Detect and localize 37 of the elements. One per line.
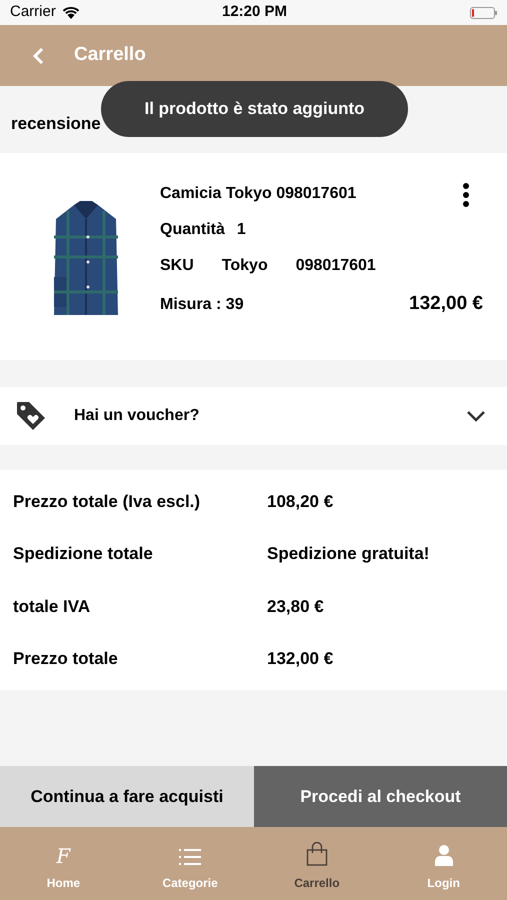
total-value: 132,00 €: [267, 648, 334, 670]
item-price: 132,00 €: [409, 292, 483, 316]
tab-bar-item[interactable]: Login: [380, 827, 507, 900]
sku-label: SKU: [160, 256, 194, 276]
total-label: Prezzo totale (Iva escl.): [13, 490, 202, 512]
section-title: recensione: [11, 112, 101, 135]
quantity-value: 1: [236, 220, 246, 240]
wifi-icon: [62, 6, 80, 19]
page-title: Carrello: [74, 43, 146, 68]
sku-value: 098017601: [296, 256, 376, 276]
continue-shopping-button[interactable]: Continua a fare acquisti: [0, 766, 254, 827]
total-value: 23,80 €: [267, 596, 324, 618]
tab-bar-item[interactable]: Carrello: [254, 827, 380, 900]
tab-bar-item[interactable]: F Home: [0, 827, 127, 900]
back-icon: [32, 46, 44, 64]
tab-bar-item[interactable]: Categorie: [126, 827, 254, 900]
bag-icon: [306, 842, 328, 866]
battery-icon: [470, 6, 497, 18]
total-value: Spedizione gratuita!: [267, 543, 430, 565]
quantity-label: Quantità: [160, 220, 225, 240]
sku-value: Tokyo: [222, 256, 268, 276]
product-name: Camicia Tokyo 098017601: [160, 184, 356, 204]
voucher-row[interactable]: Hai un voucher?: [0, 387, 507, 445]
more-options-button[interactable]: [461, 181, 471, 209]
tag-icon: [15, 400, 47, 432]
clock: 12:20 PM: [222, 2, 288, 22]
total-label: Spedizione totale: [13, 543, 154, 565]
user-icon: [434, 844, 453, 866]
total-value: 108,20 €: [267, 490, 334, 512]
total-label: totale IVA: [13, 596, 92, 618]
logo-icon: F: [56, 846, 70, 866]
total-label: Prezzo totale: [13, 648, 119, 670]
checkout-button[interactable]: Procedi al checkout: [254, 766, 507, 827]
size-label: Misura : 39: [160, 294, 244, 314]
carrier-label: Carrier: [10, 2, 56, 22]
list-icon: [179, 848, 202, 866]
toast: Il prodotto è stato aggiunto: [101, 81, 408, 137]
